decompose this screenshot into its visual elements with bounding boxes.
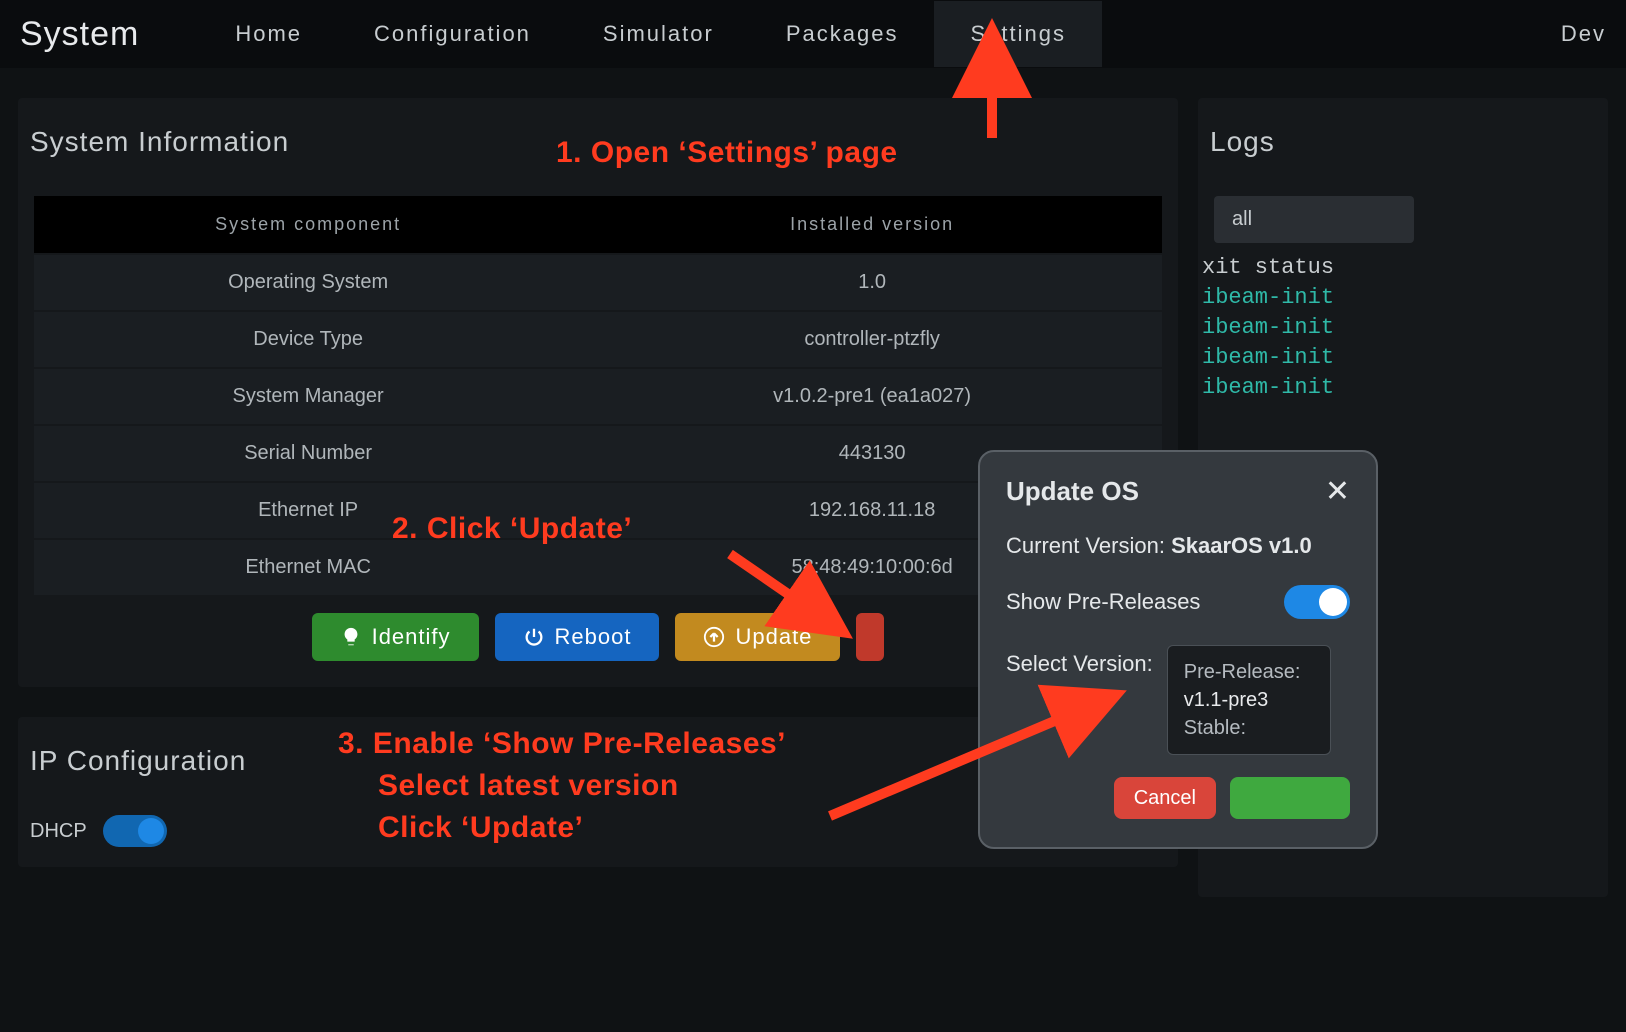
identify-button[interactable]: Identify: [312, 613, 479, 661]
dhcp-label: DHCP: [30, 820, 87, 843]
nav-home[interactable]: Home: [199, 1, 338, 67]
annotation-step3c: Click ‘Update’: [378, 808, 583, 848]
nav-packages[interactable]: Packages: [750, 1, 935, 67]
main-nav: Home Configuration Simulator Packages Se…: [199, 1, 1561, 67]
close-icon[interactable]: ✕: [1325, 477, 1350, 507]
modal-title: Update OS: [1006, 476, 1139, 507]
table-row: Operating System1.0: [34, 254, 1162, 311]
arrow-step3-icon: [820, 686, 1110, 831]
annotation-step3b: Select latest version: [378, 766, 679, 806]
nav-simulator[interactable]: Simulator: [567, 1, 750, 67]
select-version-label: Select Version:: [1006, 645, 1153, 677]
power-icon: [523, 626, 545, 648]
arrow-step1-icon: [962, 48, 1022, 153]
identify-label: Identify: [372, 624, 451, 650]
topbar: System Home Configuration Simulator Pack…: [0, 0, 1626, 68]
modal-cancel-button[interactable]: Cancel: [1114, 777, 1216, 819]
col-component: System component: [34, 196, 582, 254]
logs-filter-select[interactable]: all: [1214, 196, 1414, 243]
brand-title: System: [20, 15, 139, 54]
current-version-line: Current Version: SkaarOS v1.0: [1006, 533, 1350, 559]
show-pre-releases-toggle[interactable]: [1284, 585, 1350, 619]
annotation-step3a: 3. Enable ‘Show Pre-Releases’: [338, 724, 786, 764]
logs-title: Logs: [1198, 98, 1608, 196]
annotation-step2: 2. Click ‘Update’: [392, 512, 632, 546]
version-dropdown[interactable]: Pre-Release: v1.1-pre3 Stable:: [1167, 645, 1331, 755]
table-row: Device Typecontroller-ptzfly: [34, 311, 1162, 368]
table-row: System Managerv1.0.2-pre1 (ea1a027): [34, 368, 1162, 425]
arrow-step2-icon: [720, 544, 840, 639]
reboot-label: Reboot: [555, 624, 632, 650]
danger-button[interactable]: [856, 613, 884, 661]
nav-configuration[interactable]: Configuration: [338, 1, 567, 67]
nav-dev[interactable]: Dev: [1561, 21, 1606, 47]
reboot-button[interactable]: Reboot: [495, 613, 660, 661]
dhcp-toggle[interactable]: [103, 815, 167, 847]
show-pre-label: Show Pre-Releases: [1006, 589, 1200, 615]
modal-update-button[interactable]: [1230, 777, 1350, 819]
annotation-step1: 1. Open ‘Settings’ page: [556, 136, 898, 170]
col-version: Installed version: [582, 196, 1162, 254]
lightbulb-icon: [340, 626, 362, 648]
